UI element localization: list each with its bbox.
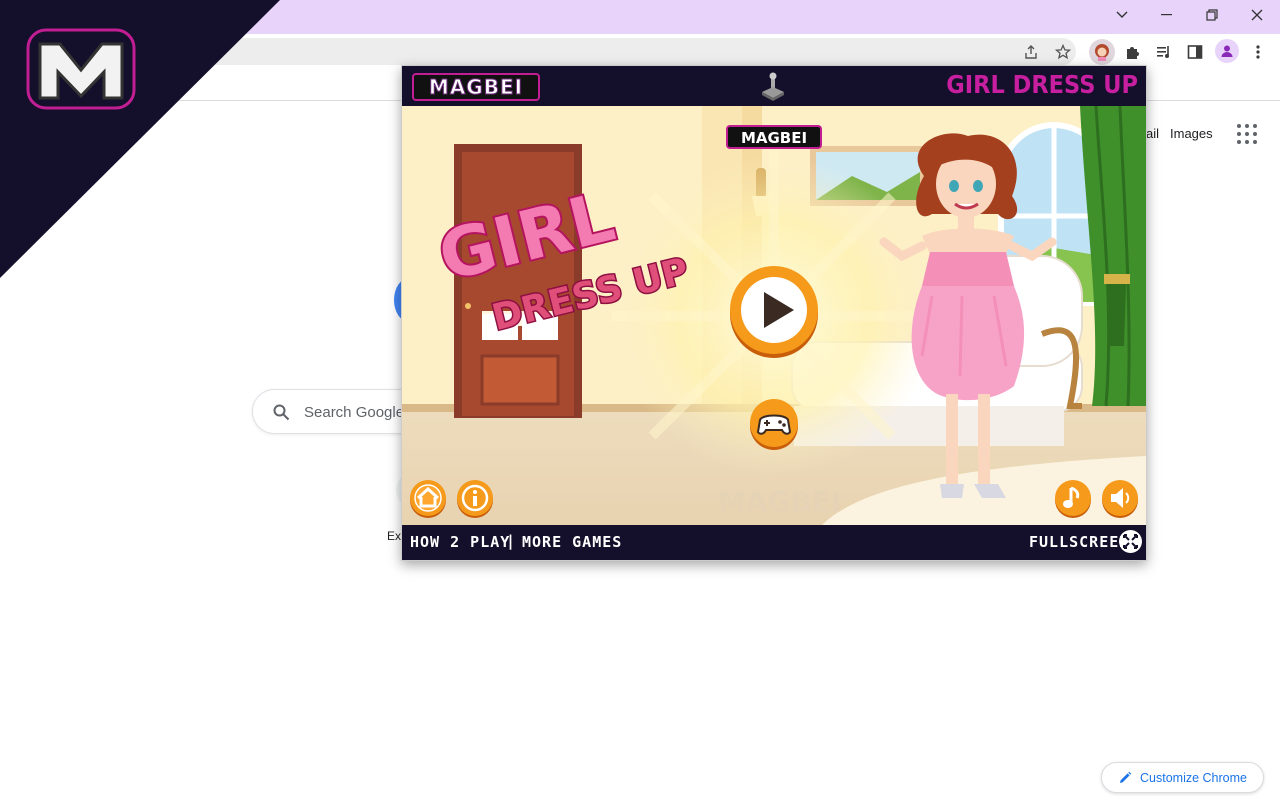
kebab-menu-icon[interactable]: [1246, 40, 1270, 64]
play-icon: [730, 266, 818, 358]
profile-icon[interactable]: [1215, 39, 1239, 63]
corner-brand-logo: [0, 0, 280, 278]
gamepad-icon: [750, 399, 798, 450]
side-panel-icon[interactable]: [1183, 40, 1207, 64]
magbei-logo[interactable]: MAGBEI: [412, 73, 540, 101]
share-icon[interactable]: [1019, 40, 1043, 64]
info-button[interactable]: [455, 478, 495, 518]
fullscreen-icon[interactable]: [1119, 530, 1142, 553]
magbei-logo-text: MAGBEI: [428, 75, 524, 100]
media-icon[interactable]: [1152, 40, 1176, 64]
apps-grid-icon[interactable]: [1237, 124, 1257, 144]
popup-header: MAGBEI GIRL DRESS UP: [402, 66, 1146, 106]
speaker-icon: [1102, 480, 1138, 518]
popup-footer: HOW 2 PLAY | MORE GAMES FULLSCREEN: [402, 525, 1146, 560]
joystick-icon: [762, 72, 784, 101]
search-placeholder: Search Google: [304, 404, 405, 421]
images-link[interactable]: Images: [1170, 126, 1213, 141]
fullscreen-link[interactable]: FULLSCREEN: [1029, 533, 1129, 551]
ingame-magbei-text: MAGBEI: [741, 129, 807, 147]
screen: ail Images Search Google Ex Customize Ch…: [0, 0, 1280, 800]
customize-chrome-label: Customize Chrome: [1140, 770, 1247, 785]
restore-icon[interactable]: [1190, 0, 1234, 30]
game-title: GIRL DRESS UP: [946, 70, 1138, 99]
more-games-gamepad-button[interactable]: [748, 398, 800, 450]
footer-separator: |: [506, 532, 516, 550]
minimize-icon[interactable]: [1145, 0, 1189, 30]
extension-popup: MAGBEI GIRL DRESS UP MAGBEI MAGBEI GIRL …: [401, 65, 1147, 561]
play-button[interactable]: [728, 266, 820, 358]
info-icon: [457, 480, 493, 518]
close-icon[interactable]: [1235, 0, 1279, 30]
game-canvas[interactable]: MAGBEI MAGBEI GIRL DRESS UP: [402, 106, 1146, 525]
home-icon: [410, 480, 446, 518]
sound-toggle-button[interactable]: [1100, 478, 1140, 518]
how-to-play-link[interactable]: HOW 2 PLAY: [410, 533, 510, 551]
gmail-link[interactable]: ail: [1146, 126, 1159, 141]
star-icon[interactable]: [1051, 40, 1075, 64]
extension-avatar-icon[interactable]: [1089, 39, 1115, 65]
address-bar[interactable]: [150, 38, 1076, 65]
search-icon: [273, 404, 290, 421]
shortcut-label: Ex: [387, 529, 402, 543]
music-toggle-button[interactable]: [1053, 478, 1093, 518]
music-note-icon: [1055, 480, 1091, 518]
puzzle-icon[interactable]: [1121, 40, 1145, 64]
home-button[interactable]: [408, 478, 448, 518]
more-games-link[interactable]: MORE GAMES: [522, 533, 622, 551]
pencil-icon: [1120, 771, 1132, 783]
customize-chrome-button[interactable]: Customize Chrome: [1101, 762, 1264, 793]
scene-watermark: MAGBEI: [718, 485, 841, 518]
tab-search-chevron-icon[interactable]: [1100, 0, 1144, 30]
